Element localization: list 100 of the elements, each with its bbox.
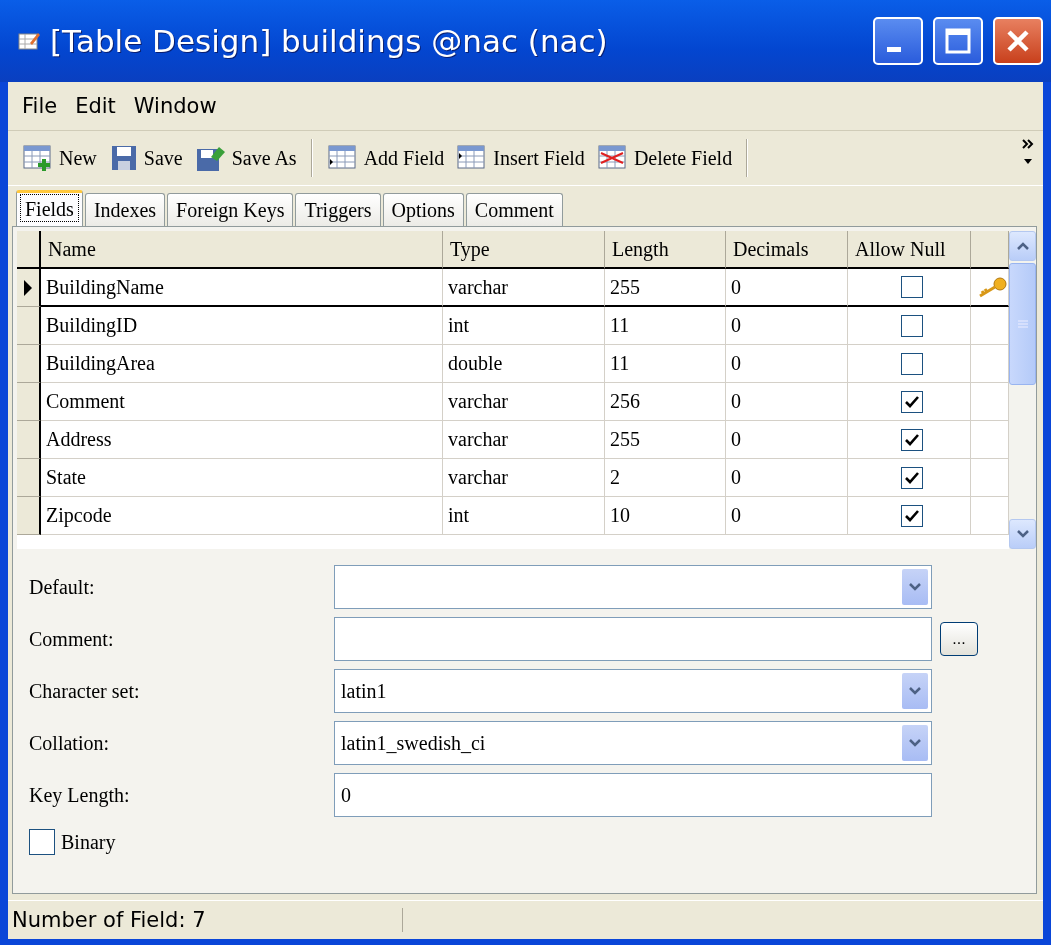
checkbox[interactable] <box>900 314 923 337</box>
field-label: Collation: <box>29 731 110 755</box>
checkbox[interactable] <box>900 466 923 489</box>
grip-icon <box>1016 319 1029 329</box>
row-header[interactable] <box>17 345 41 383</box>
menu-item[interactable]: File <box>22 94 58 118</box>
row-header[interactable] <box>17 269 41 307</box>
table-cell: Comment <box>41 383 443 421</box>
minimize-icon <box>887 46 901 52</box>
close-button[interactable] <box>993 17 1043 65</box>
column-header <box>17 231 41 269</box>
row-pointer-icon <box>23 278 33 297</box>
field-label: Key Length: <box>29 783 131 807</box>
checkbox[interactable] <box>900 276 923 298</box>
row-header[interactable] <box>17 307 41 345</box>
dropdown-button[interactable] <box>902 725 928 761</box>
table-design-icon <box>18 31 40 51</box>
table-cell: int <box>443 307 605 345</box>
field-label: Character set: <box>29 679 141 703</box>
field-label: Comment: <box>29 627 115 651</box>
field-value: latin1 <box>341 679 387 703</box>
tab[interactable]: Options <box>382 193 464 226</box>
toolbar-button[interactable]: Save As <box>188 138 303 178</box>
field-value: 0 <box>341 783 351 807</box>
table-cell: varchar <box>443 383 605 421</box>
table-cell: BuildingName <box>41 269 443 307</box>
checkbox[interactable] <box>900 352 923 375</box>
table-cell: BuildingArea <box>41 345 443 383</box>
tab[interactable]: Foreign Keys <box>167 193 294 226</box>
table-cell: 0 <box>726 345 848 383</box>
column-header[interactable]: Length <box>605 231 726 269</box>
row-header[interactable] <box>17 383 41 421</box>
table-cell: 255 <box>605 421 726 459</box>
chevron-down-icon <box>908 738 922 748</box>
checkbox[interactable] <box>900 390 923 413</box>
browse-button[interactable]: ... <box>940 622 978 656</box>
chevron-down-icon <box>1015 529 1030 539</box>
tab[interactable]: Comment <box>465 193 563 226</box>
new-table-icon <box>22 143 54 173</box>
chevron-up-icon <box>1015 241 1030 251</box>
table-cell: 0 <box>726 269 848 307</box>
table-cell: 11 <box>605 307 726 345</box>
table-cell: 0 <box>726 307 848 345</box>
tab[interactable]: Indexes <box>84 193 166 226</box>
text-field[interactable] <box>334 617 932 661</box>
tab[interactable]: Triggers <box>295 193 381 226</box>
chevron-down-icon <box>908 686 922 696</box>
table-cell: BuildingID <box>41 307 443 345</box>
table-cell: 2 <box>605 459 726 497</box>
maximize-icon <box>944 27 972 55</box>
toolbar-button[interactable]: Delete Field <box>590 138 739 178</box>
column-header[interactable]: Allow Null <box>848 231 971 269</box>
table-cell: Address <box>41 421 443 459</box>
minimize-button[interactable] <box>873 17 923 65</box>
table-cell: 255 <box>605 269 726 307</box>
checkmark-icon <box>903 394 920 409</box>
row-header[interactable] <box>17 497 41 535</box>
column-header <box>971 231 1009 269</box>
table-cell: State <box>41 459 443 497</box>
table-cell: varchar <box>443 459 605 497</box>
table-cell: 256 <box>605 383 726 421</box>
row-header[interactable] <box>17 421 41 459</box>
table-cell: 10 <box>605 497 726 535</box>
toolbar-button[interactable]: Add Field <box>320 138 451 178</box>
column-header[interactable]: Type <box>443 231 605 269</box>
dropdown-button[interactable] <box>902 673 928 709</box>
text-field[interactable]: 0 <box>334 773 932 817</box>
toolbar-button[interactable]: Save <box>102 138 189 178</box>
status-text: Number of Field: 7 <box>8 908 403 932</box>
window-title: [Table Design] buildings @nac (nac) <box>50 23 609 59</box>
maximize-button[interactable] <box>933 17 983 65</box>
checkbox[interactable] <box>900 504 923 527</box>
column-header[interactable]: Name <box>41 231 443 269</box>
table-cell: varchar <box>443 269 605 307</box>
checkbox[interactable] <box>29 829 55 855</box>
checkmark-icon <box>903 432 920 447</box>
table-cell: Zipcode <box>41 497 443 535</box>
column-header[interactable]: Decimals <box>726 231 848 269</box>
tab[interactable]: Fields <box>16 190 83 226</box>
dropdown-button[interactable] <box>902 569 928 605</box>
table-cell: int <box>443 497 605 535</box>
menu-item[interactable]: Edit <box>75 94 116 118</box>
table-cell: 0 <box>726 383 848 421</box>
table-cell: 0 <box>726 497 848 535</box>
table-cell: 11 <box>605 345 726 383</box>
toolbar-button[interactable]: Insert Field <box>450 138 591 178</box>
field-value: latin1_swedish_ci <box>341 731 486 755</box>
chevron-down-icon <box>908 582 922 592</box>
checkmark-icon <box>903 508 920 523</box>
scrollbar[interactable] <box>1009 231 1036 549</box>
field-label: Default: <box>29 575 96 599</box>
toolbar-button[interactable]: New <box>16 138 103 178</box>
checkbox-label: Binary <box>61 830 116 854</box>
dropdown-field[interactable] <box>334 565 932 609</box>
dropdown-field[interactable]: latin1 <box>334 669 932 713</box>
menu-item[interactable]: Window <box>133 94 217 118</box>
checkbox[interactable] <box>900 428 923 451</box>
row-header[interactable] <box>17 459 41 497</box>
dropdown-field[interactable]: latin1_swedish_ci <box>334 721 932 765</box>
table-cell: double <box>443 345 605 383</box>
